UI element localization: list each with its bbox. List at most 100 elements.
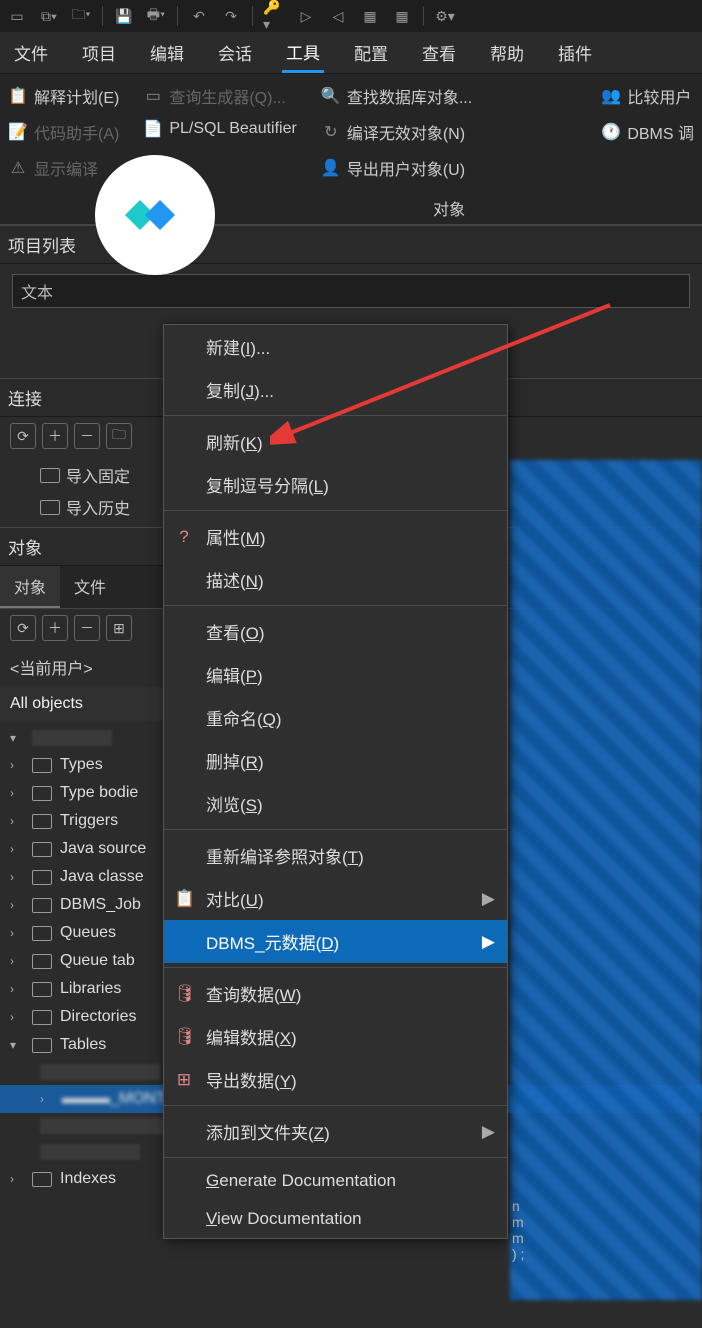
open-icon[interactable]: 🗀▾	[70, 5, 92, 27]
menu-item-复制逗号分隔l[interactable]: 复制逗号分隔(L)	[164, 463, 507, 506]
key-icon[interactable]: 🔑▾	[263, 5, 285, 27]
redo-icon[interactable]: ↷	[220, 5, 242, 27]
menu-item-重命名q[interactable]: 重命名(Q)	[164, 696, 507, 739]
quick-toolbar: ▭ ⧉▾ 🗀▾ 💾 🖶▾ ↶ ↷ 🔑▾ ▷ ◁ ▦ ▦ ⚙▾	[0, 0, 702, 32]
compile-icon: ⚠	[8, 159, 28, 177]
show-compile-button[interactable]: ⚠显示编译	[6, 154, 121, 182]
grid2-icon[interactable]: ▦	[391, 5, 413, 27]
folder-icon	[40, 468, 60, 483]
submenu-arrow-icon: ▶	[482, 1122, 495, 1142]
menu-icon: 🛢	[174, 984, 194, 1004]
folder-icon	[32, 1038, 52, 1053]
code-snippet-blur: n m m ) ;	[512, 1198, 692, 1318]
print-icon[interactable]: 🖶▾	[145, 5, 167, 27]
ribbon-group-label: 对象	[319, 196, 579, 220]
menu-help[interactable]: 帮助	[486, 34, 528, 71]
save-icon[interactable]: 💾	[113, 5, 135, 27]
stop-icon[interactable]: ◁	[327, 5, 349, 27]
folder-icon	[32, 982, 52, 997]
assist-icon: 📝	[8, 123, 28, 141]
menu-item-generate-documentation[interactable]: Generate Documentation	[164, 1162, 507, 1200]
explain-plan-button[interactable]: 📋解释计划(E)	[6, 82, 121, 110]
refresh-obj-icon[interactable]: ⟳	[10, 615, 36, 641]
folder-icon	[32, 758, 52, 773]
project-text-input[interactable]: 文本	[12, 274, 690, 308]
menu-edit[interactable]: 编辑	[146, 34, 188, 71]
folder-icon	[32, 814, 52, 829]
menu-tools[interactable]: 工具	[282, 33, 324, 73]
folder-icon	[40, 500, 60, 515]
folder-icon	[32, 926, 52, 941]
todesk-icon	[120, 190, 190, 240]
menu-item-重新编译参照对象t[interactable]: 重新编译参照对象(T)	[164, 834, 507, 877]
menu-item-复制j[interactable]: 复制(J)...	[164, 368, 507, 411]
compare-users-button[interactable]: 👥比较用户	[599, 82, 696, 110]
add-conn-icon[interactable]: ＋	[42, 423, 68, 449]
dbms-debug-button[interactable]: 🕐DBMS 调	[599, 118, 696, 146]
remove-conn-icon[interactable]: －	[74, 423, 100, 449]
folder-icon	[32, 786, 52, 801]
menu-file[interactable]: 文件	[10, 34, 52, 71]
settings-icon[interactable]: ⚙▾	[434, 5, 456, 27]
menu-icon: ⊞	[174, 1070, 194, 1090]
menu-item-删掉r[interactable]: 删掉(R)	[164, 739, 507, 782]
menu-item-对比u[interactable]: 📋对比(U)▶	[164, 877, 507, 920]
menu-item-dbms_元数据d[interactable]: DBMS_元数据(D)▶	[164, 920, 507, 963]
menu-item-刷新k[interactable]: 刷新(K)	[164, 420, 507, 463]
menu-icon: 🛢	[174, 1027, 194, 1047]
menu-item-添加到文件夹z[interactable]: 添加到文件夹(Z)▶	[164, 1110, 507, 1153]
menu-item-属性m[interactable]: ?属性(M)	[164, 515, 507, 558]
menu-item-浏览s[interactable]: 浏览(S)	[164, 782, 507, 825]
run-icon[interactable]: ▷	[295, 5, 317, 27]
find-db-objects-button[interactable]: 🔍查找数据库对象...	[319, 82, 579, 110]
compile-invalid-button[interactable]: ↻编译无效对象(N)	[319, 118, 579, 146]
menu-session[interactable]: 会话	[214, 34, 256, 71]
context-menu: 新建(I)...复制(J)... 刷新(K)复制逗号分隔(L) ?属性(M)描述(N…	[163, 324, 508, 1239]
main-menubar: 文件 项目 编辑 会话 工具 配置 查看 帮助 插件	[0, 32, 702, 74]
clock-icon: 🕐	[601, 123, 621, 141]
window-icon[interactable]: ⧉▾	[38, 5, 60, 27]
beautifier-button[interactable]: 📄PL/SQL Beautifier	[141, 118, 298, 140]
menu-item-查看o[interactable]: 查看(O)	[164, 610, 507, 653]
todesk-logo-overlay	[95, 155, 215, 275]
menu-item-编辑数据x[interactable]: 🛢编辑数据(X)	[164, 1015, 507, 1058]
menu-item-view-documentation[interactable]: View Documentation	[164, 1200, 507, 1238]
query-icon: ▭	[143, 87, 163, 105]
blurred-content-right	[510, 460, 702, 1300]
grid1-icon[interactable]: ▦	[359, 5, 381, 27]
remove-obj-icon[interactable]: －	[74, 615, 100, 641]
folder-icon	[32, 1172, 52, 1187]
export-user-objects-button[interactable]: 👤导出用户对象(U)	[319, 154, 579, 182]
menu-plugins[interactable]: 插件	[554, 34, 596, 71]
undo-icon[interactable]: ↶	[188, 5, 210, 27]
menu-item-编辑p[interactable]: 编辑(P)	[164, 653, 507, 696]
refresh-icon: ↻	[321, 123, 341, 141]
plan-icon: 📋	[8, 87, 28, 105]
menu-view[interactable]: 查看	[418, 34, 460, 71]
folder-icon	[32, 870, 52, 885]
compare-icon: 👥	[601, 87, 621, 105]
obj-layout-icon[interactable]: ⊞	[106, 615, 132, 641]
code-assistant-button[interactable]: 📝代码助手(A)	[6, 118, 121, 146]
refresh-conn-icon[interactable]: ⟳	[10, 423, 36, 449]
folder-icon	[32, 842, 52, 857]
menu-item-新建i[interactable]: 新建(I)...	[164, 325, 507, 368]
user-export-icon: 👤	[321, 159, 341, 177]
menu-item-导出数据y[interactable]: ⊞导出数据(Y)	[164, 1058, 507, 1101]
folder-icon	[32, 954, 52, 969]
tab-objects[interactable]: 对象	[0, 566, 60, 608]
beautify-icon: 📄	[143, 120, 163, 138]
new-icon[interactable]: ▭	[6, 5, 28, 27]
tab-files[interactable]: 文件	[60, 566, 120, 608]
menu-item-查询数据w[interactable]: 🛢查询数据(W)	[164, 972, 507, 1015]
folder-icon	[32, 1010, 52, 1025]
menu-config[interactable]: 配置	[350, 34, 392, 71]
menu-icon: 📋	[174, 889, 194, 909]
query-builder-button[interactable]: ▭查询生成器(Q)...	[141, 82, 298, 110]
menu-item-描述n[interactable]: 描述(N)	[164, 558, 507, 601]
add-obj-icon[interactable]: ＋	[42, 615, 68, 641]
menu-icon: ?	[174, 527, 194, 547]
menu-project[interactable]: 项目	[78, 34, 120, 71]
folder-conn-icon[interactable]: 🗀	[106, 423, 132, 449]
submenu-arrow-icon: ▶	[482, 932, 495, 952]
